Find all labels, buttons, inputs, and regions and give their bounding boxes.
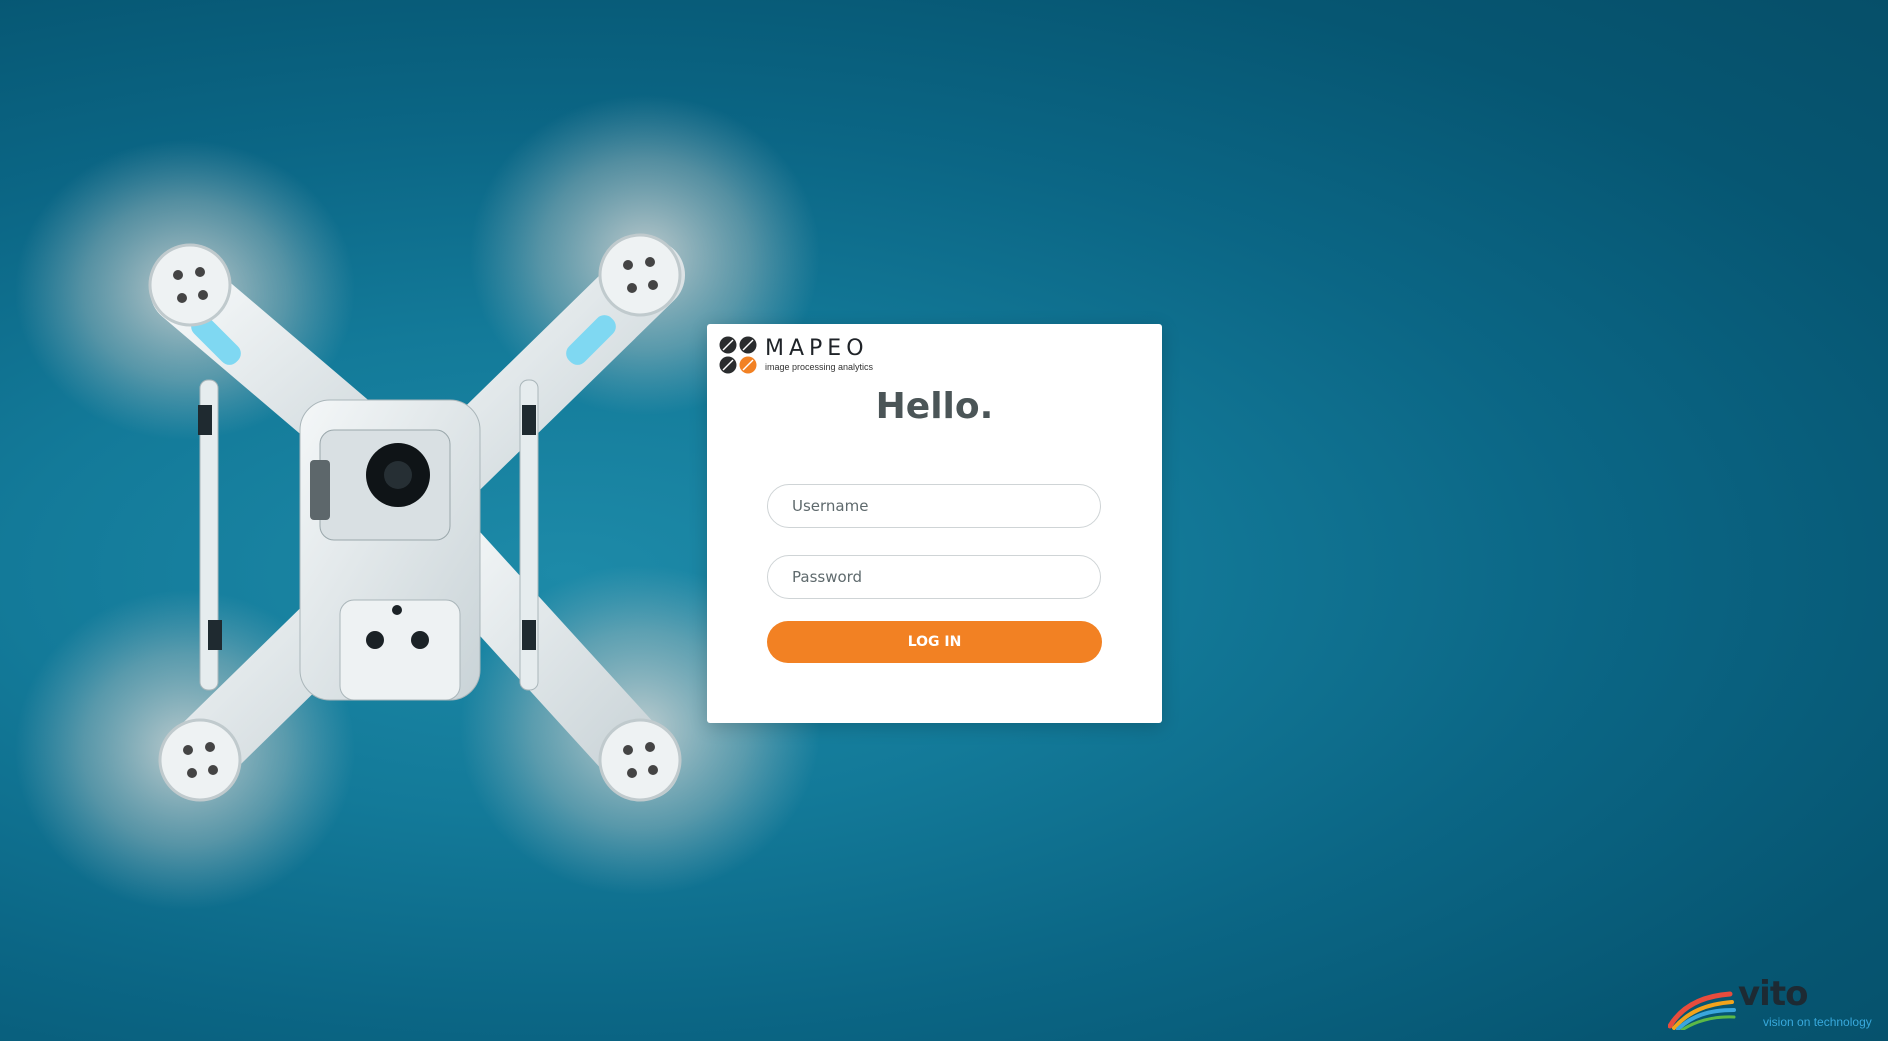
quad-rotor-logo-icon xyxy=(719,336,757,374)
brand-tagline: image processing analytics xyxy=(765,362,874,372)
mapeo-logo: MAPEO image processing analytics xyxy=(719,336,889,376)
login-page: MAPEO image processing analytics Hello. … xyxy=(0,0,1888,1041)
vito-logo: vito vision on technology xyxy=(1668,974,1883,1032)
username-input[interactable] xyxy=(767,484,1101,528)
password-input[interactable] xyxy=(767,555,1101,599)
vito-swoosh-icon xyxy=(1668,991,1736,1030)
vito-tagline: vision on technology xyxy=(1763,1015,1872,1029)
vito-wordmark: vito xyxy=(1738,974,1808,1014)
login-card: MAPEO image processing analytics Hello. … xyxy=(707,324,1162,723)
login-button[interactable]: LOG IN xyxy=(767,621,1102,663)
brand-name: MAPEO xyxy=(765,336,869,361)
page-title: Hello. xyxy=(875,386,994,427)
